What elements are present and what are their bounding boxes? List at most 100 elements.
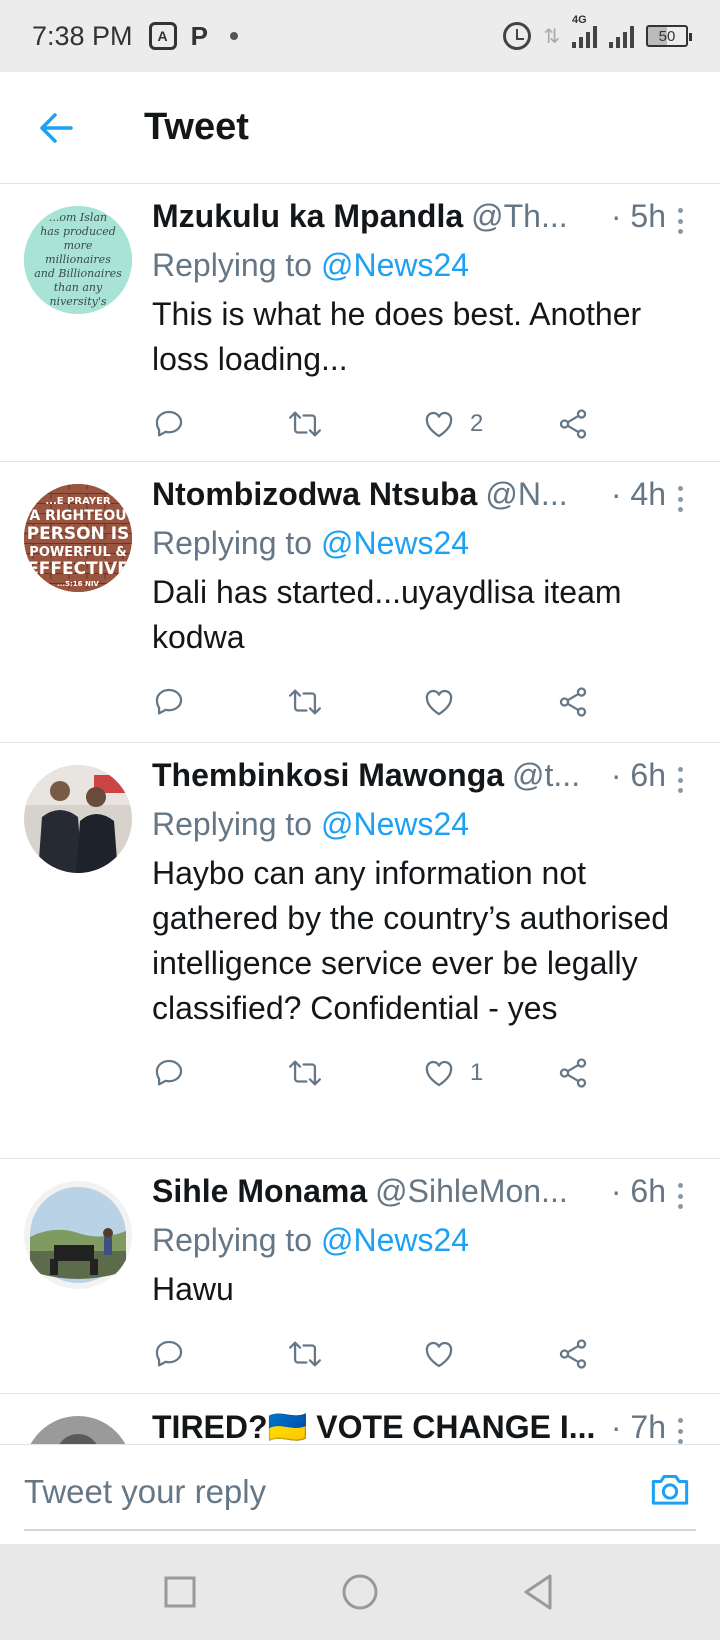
notification-icons: A P xyxy=(148,20,238,52)
heart-icon xyxy=(425,411,453,438)
tweet-actions xyxy=(152,1312,696,1396)
heart-icon xyxy=(425,1341,453,1368)
avatar[interactable]: ...E PRAYER A RIGHTEOU PERSON IS POWERFU… xyxy=(24,484,132,592)
like-button[interactable] xyxy=(422,682,470,722)
mention-link[interactable]: @News24 xyxy=(321,525,469,561)
more-options-icon[interactable] xyxy=(670,765,690,795)
page-title: Tweet xyxy=(144,106,249,148)
home-circle-icon xyxy=(342,1574,378,1610)
like-button[interactable]: 1 xyxy=(422,1053,483,1093)
recents-square-icon xyxy=(164,1576,196,1608)
avatar-image xyxy=(24,1181,132,1289)
tweet-header: Sihle Monama @SihleMon... · 6h xyxy=(152,1173,696,1217)
tweet-text: Hawu xyxy=(152,1271,234,1307)
reply-icon xyxy=(155,1059,183,1086)
retweet-button[interactable] xyxy=(286,1053,324,1093)
tweet-body: Mzukulu ka Mpandla @Th... · 5h Replying … xyxy=(152,198,696,466)
avatar[interactable]: ...om Islan has produced more millionair… xyxy=(24,206,132,314)
user-handle[interactable]: @N... xyxy=(485,476,601,513)
share-icon xyxy=(559,409,587,439)
avatar[interactable] xyxy=(24,765,132,873)
status-bar: 7:38 PM A P ⇅ 4G 50 xyxy=(0,0,720,72)
share-icon xyxy=(559,1058,587,1088)
more-options-icon[interactable] xyxy=(670,1416,690,1444)
display-name[interactable]: TIRED?🇺🇦 VOTE CHANGE I... xyxy=(152,1408,601,1444)
reply-feed[interactable]: ...om Islan has produced more millionair… xyxy=(0,184,720,1444)
like-button[interactable] xyxy=(422,1334,470,1374)
avatar-image: ...E PRAYER A RIGHTEOU PERSON IS POWERFU… xyxy=(24,484,132,592)
retweet-icon xyxy=(288,1060,322,1086)
tweet-time: · 6h xyxy=(610,1173,666,1209)
reply-placeholder: Tweet your reply xyxy=(24,1473,267,1510)
reply-button[interactable] xyxy=(152,404,186,444)
reply-button[interactable] xyxy=(152,1334,186,1374)
tweet-body: Thembinkosi Mawonga @t... · 6h Replying … xyxy=(152,757,696,1115)
data-transfer-icon: ⇅ xyxy=(543,25,560,48)
tweet-time: · 7h xyxy=(610,1409,666,1444)
share-icon xyxy=(559,1339,587,1369)
signal-icon xyxy=(609,24,634,48)
display-name[interactable]: Ntombizodwa Ntsuba xyxy=(152,476,477,513)
tweet-header: Ntombizodwa Ntsuba @N... · 4h xyxy=(152,476,696,520)
reply-button[interactable] xyxy=(152,682,186,722)
retweet-button[interactable] xyxy=(286,1334,324,1374)
replying-to-label: Replying to xyxy=(152,247,321,283)
system-icons: ⇅ 4G 50 xyxy=(503,14,692,50)
user-handle[interactable]: @t... xyxy=(512,757,601,794)
tweet-item[interactable]: Thembinkosi Mawonga @t... · 6h Replying … xyxy=(0,743,720,1159)
svg-text:has produced: has produced xyxy=(40,225,116,238)
user-handle[interactable]: @Th... xyxy=(471,198,601,235)
back-button[interactable] xyxy=(26,98,86,158)
display-name[interactable]: Thembinkosi Mawonga xyxy=(152,757,504,794)
avatar-image xyxy=(24,765,132,873)
tweet-item[interactable]: ...om Islan has produced more millionair… xyxy=(0,184,720,462)
like-count: 2 xyxy=(470,410,484,437)
retweet-button[interactable] xyxy=(286,682,324,722)
svg-text:niversity's: niversity's xyxy=(49,295,106,308)
parking-notification-icon: P xyxy=(190,20,208,51)
mention-link[interactable]: @News24 xyxy=(321,806,469,842)
reply-input[interactable]: Tweet your reply xyxy=(24,1455,696,1531)
more-options-icon[interactable] xyxy=(670,206,690,236)
svg-text:POWERFUL &: POWERFUL & xyxy=(29,545,126,560)
camera-button[interactable] xyxy=(648,1469,692,1513)
avatar[interactable] xyxy=(24,1416,132,1444)
like-button[interactable]: 2 xyxy=(422,404,483,444)
tweet-actions: 1 xyxy=(152,1031,696,1115)
share-button[interactable] xyxy=(556,404,590,444)
tweet-header: Mzukulu ka Mpandla @Th... · 5h xyxy=(152,198,696,242)
tweet-text: Haybo can any information not gathered b… xyxy=(152,855,670,1026)
heart-icon xyxy=(425,1060,453,1087)
back-nav-button[interactable] xyxy=(516,1570,560,1614)
share-button[interactable] xyxy=(556,1053,590,1093)
retweet-button[interactable] xyxy=(286,404,324,444)
tweet-item[interactable]: ...E PRAYER A RIGHTEOU PERSON IS POWERFU… xyxy=(0,462,720,743)
svg-text:PERSON IS: PERSON IS xyxy=(27,524,130,544)
tweet-item[interactable]: TIRED?🇺🇦 VOTE CHANGE I... · 7h xyxy=(0,1394,720,1444)
share-button[interactable] xyxy=(556,682,590,722)
reply-composer: Tweet your reply xyxy=(0,1444,720,1544)
avatar[interactable] xyxy=(24,1181,132,1289)
more-options-icon[interactable] xyxy=(670,1181,690,1211)
tweet-item[interactable]: Sihle Monama @SihleMon... · 6h Replying … xyxy=(0,1159,720,1394)
share-icon xyxy=(559,687,587,717)
user-handle[interactable]: @SihleMon... xyxy=(375,1173,601,1210)
svg-text:than any: than any xyxy=(54,281,103,294)
tweet-text: Dali has started...uyaydlisa iteam kodwa xyxy=(152,574,622,655)
mention-link[interactable]: @News24 xyxy=(321,247,469,283)
home-button[interactable] xyxy=(338,1570,382,1614)
more-options-icon[interactable] xyxy=(670,484,690,514)
share-button[interactable] xyxy=(556,1334,590,1374)
mention-link[interactable]: @News24 xyxy=(321,1222,469,1258)
reply-button[interactable] xyxy=(152,1053,186,1093)
recents-button[interactable] xyxy=(158,1570,202,1614)
status-time: 7:38 PM xyxy=(32,20,133,51)
display-name[interactable]: Sihle Monama xyxy=(152,1173,367,1210)
svg-text:more: more xyxy=(64,239,93,252)
display-name[interactable]: Mzukulu ka Mpandla xyxy=(152,198,463,235)
svg-text:EFFECTIVE: EFFECTIVE xyxy=(27,559,129,579)
tweet-header: TIRED?🇺🇦 VOTE CHANGE I... · 7h xyxy=(152,1408,696,1444)
tweet-time: · 5h xyxy=(610,198,666,234)
camera-icon xyxy=(651,1475,689,1505)
replying-to: Replying to @News24 xyxy=(152,242,696,288)
